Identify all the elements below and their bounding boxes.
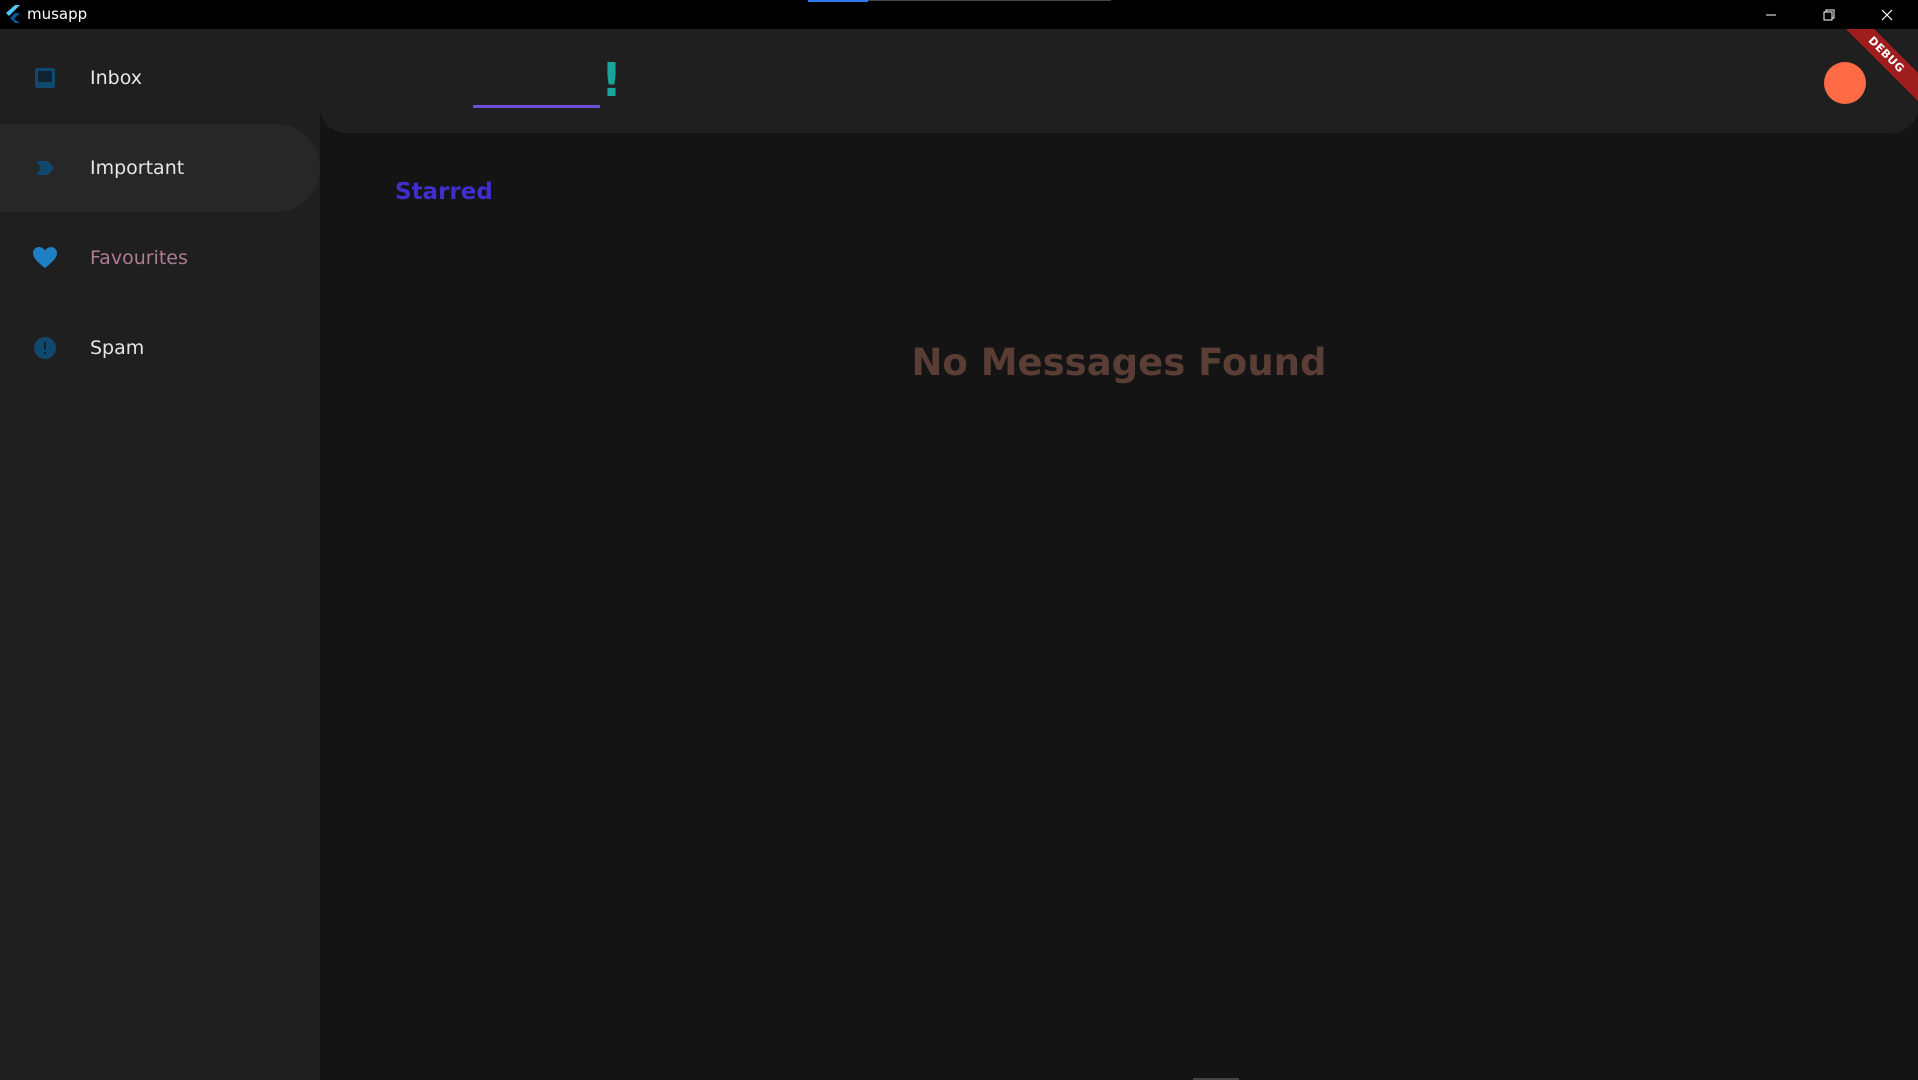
empty-state-message: No Messages Found xyxy=(911,341,1327,384)
flutter-logo-icon xyxy=(5,5,21,23)
close-button[interactable] xyxy=(1858,0,1916,29)
sidebar-item-favourites[interactable]: Favourites xyxy=(0,214,320,302)
sidebar-item-label: Inbox xyxy=(90,67,142,89)
main-content: ! DEBUG Starred No Messages Found xyxy=(320,29,1918,1080)
sidebar-item-label: Spam xyxy=(90,337,145,359)
error-icon xyxy=(32,335,58,361)
minimize-icon xyxy=(1766,14,1776,15)
sidebar-item-label: Favourites xyxy=(90,247,188,269)
brand-exclamation: ! xyxy=(601,53,622,107)
sidebar-item-spam[interactable]: Spam xyxy=(0,304,320,392)
title-accent-line xyxy=(868,0,1111,1)
section-title: Starred xyxy=(395,179,493,205)
debug-banner: DEBUG xyxy=(1838,29,1918,109)
debug-label: DEBUG xyxy=(1838,29,1918,105)
sidebar-item-inbox[interactable]: Inbox xyxy=(0,34,320,122)
sidebar-item-important[interactable]: Important xyxy=(0,124,320,212)
sidebar-item-label: Important xyxy=(90,157,185,179)
restore-icon xyxy=(1823,9,1835,20)
app-header: ! DEBUG xyxy=(320,29,1918,133)
window-title: musapp xyxy=(27,5,88,23)
navigation-drawer: Inbox Important Favourites Spam xyxy=(0,29,320,1080)
window-titlebar: musapp xyxy=(0,0,1918,29)
heart-icon xyxy=(32,245,58,271)
close-icon xyxy=(1881,9,1893,20)
minimize-button[interactable] xyxy=(1742,0,1800,29)
title-accent-bar xyxy=(808,0,868,2)
label-important-icon xyxy=(32,155,58,181)
restore-button[interactable] xyxy=(1800,0,1858,29)
inbox-icon xyxy=(32,65,58,91)
brand-underline xyxy=(473,105,600,108)
